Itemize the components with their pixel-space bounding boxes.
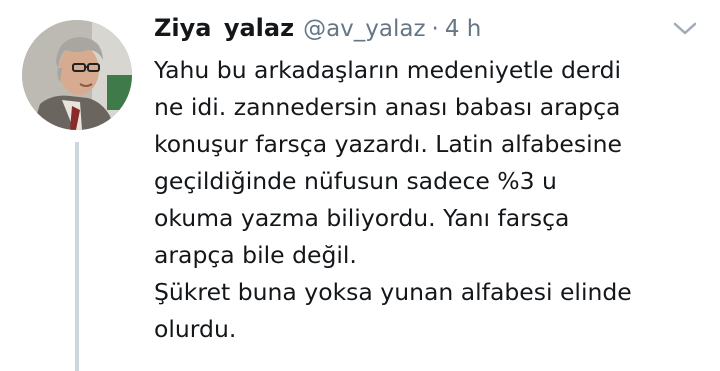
separator-dot: · xyxy=(431,16,439,42)
tweet-text: Yahu bu arkadaşların medeniyetle derdi n… xyxy=(154,52,714,348)
avatar-photo xyxy=(22,20,132,130)
avatar[interactable] xyxy=(22,20,132,130)
display-name[interactable]: Ziya yalaz xyxy=(154,14,294,42)
tweet-text-line: geçildiğinde nüfusun sadece %3 u xyxy=(154,167,557,195)
tweet-text-line: konuşur farsça yazardı. Latin alfabesine xyxy=(154,130,622,158)
tweet-header: Ziya yalaz @av_yalaz · 4 h xyxy=(154,14,481,54)
tweet-text-line: arapça bile değil. xyxy=(154,241,357,269)
tweet-text-line: okuma yazma biliyordu. Yanı farsça xyxy=(154,204,570,232)
tweet-text-line: Şükret buna yoksa yunan alfabesi elinde xyxy=(154,278,632,306)
user-handle[interactable]: @av_yalaz xyxy=(303,16,425,42)
thread-line xyxy=(75,142,79,371)
tweet-text-line: ne idi. zannedersin anası babası arapça xyxy=(154,93,621,121)
chevron-down-icon[interactable] xyxy=(672,20,698,38)
tweet: Ziya yalaz @av_yalaz · 4 h Yahu bu arkad… xyxy=(0,0,720,371)
tweet-text-line: olurdu. xyxy=(154,315,237,343)
timestamp[interactable]: 4 h xyxy=(445,16,482,42)
tweet-text-line: Yahu bu arkadaşların medeniyetle derdi xyxy=(154,56,622,84)
